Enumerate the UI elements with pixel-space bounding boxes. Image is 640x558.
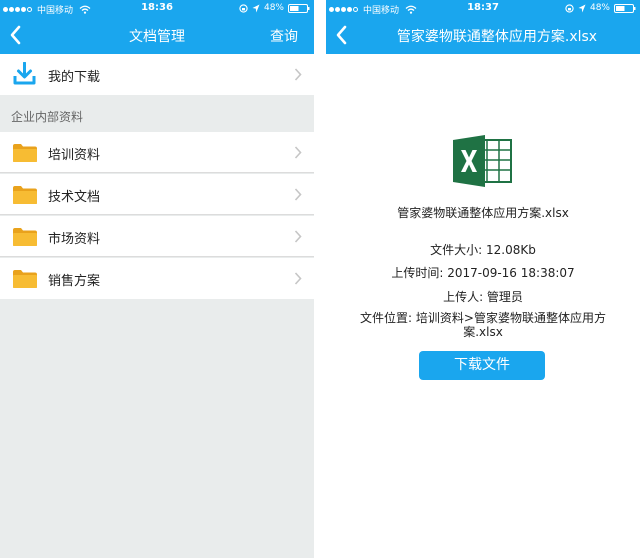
excel-icon bbox=[453, 135, 512, 187]
my-downloads-label: 我的下载 bbox=[48, 70, 101, 85]
chevron-right-icon bbox=[294, 230, 302, 243]
download-icon bbox=[13, 62, 36, 85]
location-arrow-icon bbox=[578, 4, 586, 12]
location-arrow-icon bbox=[252, 4, 260, 12]
folder-row-sales[interactable]: 销售方案 bbox=[0, 258, 314, 299]
folder-icon bbox=[13, 186, 37, 204]
status-right: 48% bbox=[239, 3, 310, 13]
folder-row-training[interactable]: 培训资料 bbox=[0, 132, 314, 173]
page-title: 管家婆物联通整体应用方案.xlsx bbox=[396, 29, 598, 45]
download-file-button[interactable]: 下载文件 bbox=[419, 351, 545, 380]
lock-rotation-icon bbox=[565, 3, 574, 13]
file-name: 管家婆物联通整体应用方案.xlsx bbox=[397, 206, 569, 220]
chevron-right-icon bbox=[294, 188, 302, 201]
file-location-line-2: 案.xlsx bbox=[463, 325, 503, 339]
section-header-label: 企业内部资料 bbox=[11, 110, 84, 124]
battery-icon bbox=[288, 3, 310, 13]
chevron-right-icon bbox=[294, 272, 302, 285]
folder-icon bbox=[13, 144, 37, 162]
folder-row-marketing[interactable]: 市场资料 bbox=[0, 216, 314, 257]
back-arrow-icon[interactable] bbox=[4, 22, 30, 48]
back-arrow-icon[interactable] bbox=[330, 22, 356, 48]
status-right: 48% bbox=[565, 3, 636, 13]
file-size: 文件大小: 12.08Kb bbox=[430, 243, 536, 257]
divider bbox=[0, 256, 314, 257]
folder-label: 培训资料 bbox=[48, 148, 101, 163]
uploader: 上传人: 管理员 bbox=[443, 290, 523, 304]
folder-label: 技术文档 bbox=[48, 190, 101, 205]
folder-label: 销售方案 bbox=[48, 274, 101, 289]
my-downloads-row[interactable]: 我的下载 bbox=[0, 54, 314, 95]
status-bar: 中国移动 18:37 48% bbox=[326, 0, 640, 16]
chevron-right-icon bbox=[294, 146, 302, 159]
folder-icon bbox=[13, 228, 37, 246]
file-location-line-1: 文件位置: 培训资料>管家婆物联通整体应用方 bbox=[360, 311, 606, 325]
file-location: 文件位置: 培训资料>管家婆物联通整体应用方 案.xlsx bbox=[346, 311, 620, 339]
folder-label: 市场资料 bbox=[48, 232, 101, 247]
divider bbox=[0, 172, 314, 173]
battery-percent: 48% bbox=[589, 3, 610, 13]
document-management-screen: 中国移动 18:36 48% 文档管理 查询 我的下载 企业内部资料 培训资料 … bbox=[0, 0, 314, 558]
upload-time: 上传时间: 2017-09-16 18:38:07 bbox=[391, 266, 575, 280]
battery-icon bbox=[614, 3, 636, 13]
search-query-button[interactable]: 查询 bbox=[270, 26, 298, 46]
nav-bar: 文档管理 查询 bbox=[0, 16, 314, 54]
folder-row-tech-docs[interactable]: 技术文档 bbox=[0, 174, 314, 215]
chevron-right-icon bbox=[294, 68, 302, 81]
file-detail-screen: 中国移动 18:37 48% 管家婆物联通整体应用方案.xlsx 管家婆物联通整… bbox=[326, 0, 640, 558]
page-title: 文档管理 bbox=[129, 29, 185, 45]
section-header: 企业内部资料 bbox=[0, 96, 314, 132]
lock-rotation-icon bbox=[239, 3, 248, 13]
battery-percent: 48% bbox=[263, 3, 284, 13]
nav-bar: 管家婆物联通整体应用方案.xlsx bbox=[326, 16, 640, 54]
folder-icon bbox=[13, 270, 37, 288]
screenshot-pair: 中国移动 18:36 48% 文档管理 查询 我的下载 企业内部资料 培训资料 … bbox=[0, 0, 640, 558]
divider bbox=[0, 214, 314, 215]
status-bar: 中国移动 18:36 48% bbox=[0, 0, 314, 16]
